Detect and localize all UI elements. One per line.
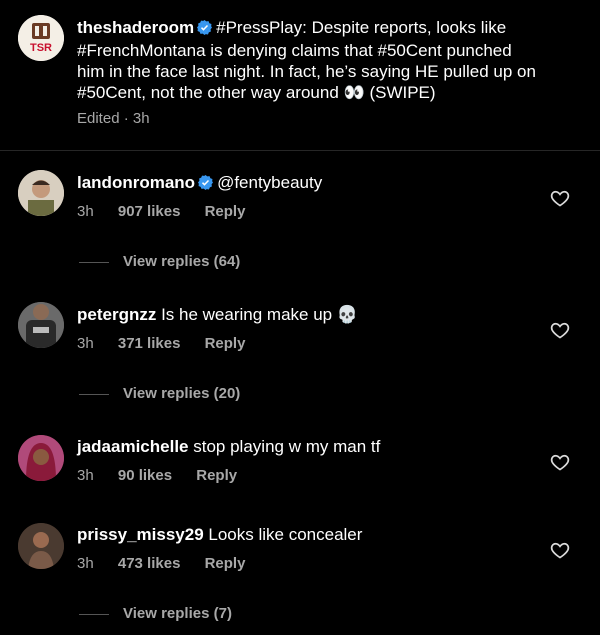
comment-username[interactable]: landonromano (77, 173, 195, 192)
view-replies-label: View replies (7) (123, 605, 232, 622)
comment-username[interactable]: petergnzz (77, 305, 156, 324)
comment-likes[interactable]: 371 likes (118, 335, 181, 352)
avatar-prissy-missy29[interactable] (18, 523, 64, 569)
skull-emoji-icon: 💀 (336, 305, 359, 324)
eyes-emoji-icon: 👀 (343, 83, 365, 102)
comment-text[interactable]: Looks like concealer (208, 525, 362, 544)
tsr-logo-icon: TSR (18, 15, 64, 61)
comment-time: 3h (77, 203, 94, 220)
caption-text: theshaderoom #PressPlay: Despite reports,… (77, 17, 536, 103)
reply-button[interactable]: Reply (205, 555, 246, 572)
like-heart-icon[interactable] (550, 540, 570, 560)
reply-button[interactable]: Reply (205, 335, 246, 352)
comment-likes[interactable]: 907 likes (118, 203, 181, 220)
comment-likes[interactable]: 473 likes (118, 555, 181, 572)
like-heart-icon[interactable] (550, 320, 570, 340)
caption-line-1: #PressPlay: Despite reports, looks like (216, 18, 507, 37)
verified-badge-icon (198, 174, 214, 195)
caption-swipe: (SWIPE) (369, 83, 436, 102)
comment-username[interactable]: prissy_missy29 (77, 525, 204, 544)
comment-time: 3h (77, 467, 94, 484)
person-avatar-icon (18, 170, 64, 216)
view-replies-button[interactable]: View replies (64) (79, 253, 240, 270)
caption-line-2: #FrenchMontana is denying claims that #5… (77, 41, 512, 60)
caption-line-4: #50Cent, not the other way around (77, 83, 339, 102)
comment-text[interactable]: stop playing w my man tf (193, 437, 380, 456)
comment-text[interactable]: @fentybeauty (217, 173, 322, 192)
replies-divider-line (79, 261, 109, 263)
avatar-theshaderoom[interactable]: TSR (18, 15, 64, 61)
reply-button[interactable]: Reply (205, 203, 246, 220)
person-avatar-icon (18, 435, 64, 481)
person-avatar-icon (18, 302, 64, 348)
view-replies-button[interactable]: View replies (20) (79, 385, 240, 402)
tsr-logo-text: TSR (30, 42, 52, 54)
avatar-landonromano[interactable] (18, 170, 64, 216)
person-avatar-icon (18, 523, 64, 569)
comment-username[interactable]: jadaamichelle (77, 437, 189, 456)
replies-divider-line (79, 393, 109, 395)
comment-time: 3h (77, 555, 94, 572)
caption-username[interactable]: theshaderoom (77, 18, 194, 37)
post-caption: TSR theshaderoom #PressPlay: Despite repo… (0, 0, 600, 151)
view-replies-label: View replies (20) (123, 385, 241, 402)
caption-time: 3h (132, 110, 150, 127)
like-heart-icon[interactable] (550, 452, 570, 472)
like-heart-icon[interactable] (550, 188, 570, 208)
avatar-jadaamichelle[interactable] (18, 435, 64, 481)
reply-button[interactable]: Reply (196, 467, 237, 484)
caption-meta: Edited · 3h (77, 110, 150, 127)
verified-badge-icon (197, 19, 213, 40)
comment-time: 3h (77, 335, 94, 352)
comment-likes[interactable]: 90 likes (118, 467, 172, 484)
avatar-petergnzz[interactable] (18, 302, 64, 348)
comment-text[interactable]: Is he wearing make up (161, 305, 332, 324)
view-replies-label: View replies (64) (123, 253, 241, 270)
view-replies-button[interactable]: View replies (7) (79, 605, 232, 622)
edited-label: Edited (77, 110, 120, 127)
replies-divider-line (79, 613, 109, 615)
caption-line-3: him in the face last night. In fact, he’… (77, 62, 536, 81)
